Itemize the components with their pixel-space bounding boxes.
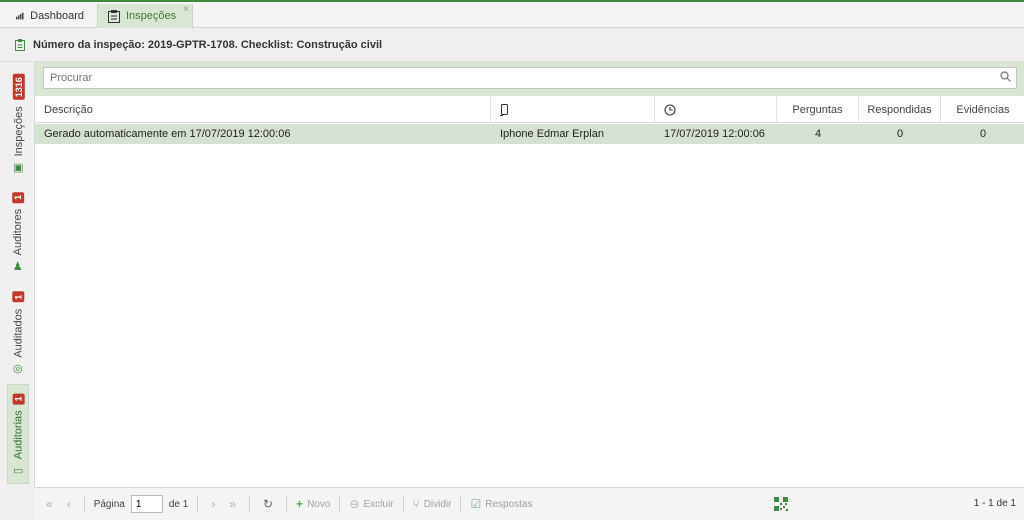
sidebar-item-label: Auditados bbox=[12, 308, 24, 358]
target-icon: ◎ bbox=[13, 362, 23, 375]
sidebar-item-label: Auditores bbox=[12, 208, 24, 255]
column-header-dispositivo[interactable] bbox=[491, 96, 655, 123]
main-panel: Descrição Perguntas Respondidas Evidênci… bbox=[34, 62, 1024, 520]
cell-dispositivo: Iphone Edmar Erplan bbox=[500, 128, 604, 140]
divider bbox=[460, 496, 462, 512]
tab-dashboard-label: Dashboard bbox=[30, 10, 84, 22]
cell-data: 17/07/2019 12:00:06 bbox=[664, 128, 765, 140]
pagination-toolbar: « ‹ Página de 1 › » ↻ + Novo ⊖ Excluir ⑂… bbox=[34, 487, 1024, 520]
dividir-button[interactable]: ⑂ Dividir bbox=[413, 497, 452, 511]
count-badge: 1 bbox=[12, 291, 24, 303]
sidebar-item-label: Auditorias bbox=[12, 409, 24, 459]
sidebar-item-auditados[interactable]: ◎ Auditados 1 bbox=[7, 284, 29, 380]
cell-respondidas: 0 bbox=[896, 128, 904, 140]
excluir-label: Excluir bbox=[363, 498, 394, 510]
novo-label: Novo bbox=[307, 498, 331, 510]
tab-inspecoes-label: Inspeções bbox=[126, 10, 177, 22]
divider bbox=[286, 496, 288, 512]
vertical-tab-bar: ▣ Inspeções 1316 ♟ Auditores 1 ◎ Auditad… bbox=[0, 62, 32, 520]
sidebar-item-inspecoes[interactable]: ▣ Inspeções 1316 bbox=[7, 68, 29, 178]
page-label: Página bbox=[93, 498, 125, 510]
prev-page-icon[interactable]: ‹ bbox=[63, 497, 75, 511]
count-badge: 1316 bbox=[12, 73, 24, 100]
page-total-label: de 1 bbox=[168, 498, 189, 510]
sidebar-item-auditorias[interactable]: ▭ Auditorias 1 bbox=[7, 384, 29, 484]
checked-clipboard-icon: ☑ bbox=[470, 497, 482, 511]
next-page-icon[interactable]: › bbox=[207, 497, 219, 511]
split-icon: ⑂ bbox=[412, 497, 420, 511]
bar-chart-icon bbox=[16, 12, 24, 20]
sidebar-item-auditores[interactable]: ♟ Auditores 1 bbox=[7, 184, 29, 278]
search-icon[interactable] bbox=[994, 71, 1016, 85]
tab-inspecoes[interactable]: Inspeções × bbox=[97, 4, 193, 28]
divider bbox=[83, 496, 85, 512]
column-header-perguntas[interactable]: Perguntas bbox=[777, 96, 859, 123]
tab-dashboard[interactable]: Dashboard bbox=[6, 4, 94, 28]
divider bbox=[402, 496, 404, 512]
respostas-label: Respostas bbox=[485, 498, 533, 510]
divider bbox=[248, 496, 250, 512]
close-icon[interactable]: × bbox=[183, 4, 189, 15]
cell-evidencias: 0 bbox=[979, 128, 987, 140]
sidebar-item-label: Inspeções bbox=[12, 105, 24, 156]
column-header-respondidas[interactable]: Respondidas bbox=[859, 96, 941, 123]
cell-perguntas: 4 bbox=[814, 128, 822, 140]
minus-circle-icon: ⊖ bbox=[349, 497, 360, 511]
clock-icon bbox=[664, 103, 676, 116]
dividir-label: Dividir bbox=[423, 498, 452, 510]
inspection-icon: ▣ bbox=[12, 161, 24, 174]
divider bbox=[339, 496, 341, 512]
respostas-button[interactable]: ☑ Respostas bbox=[470, 497, 532, 511]
checklist-icon bbox=[15, 39, 25, 51]
count-badge: 1 bbox=[12, 191, 24, 203]
page-number-input[interactable] bbox=[130, 495, 163, 513]
search-input[interactable] bbox=[50, 72, 994, 84]
divider bbox=[197, 496, 199, 512]
count-badge: 1 bbox=[12, 392, 24, 404]
plus-icon: + bbox=[296, 497, 304, 511]
column-header-data[interactable] bbox=[655, 96, 777, 123]
last-page-icon[interactable]: » bbox=[225, 497, 240, 511]
cell-descricao: Gerado automaticamente em 17/07/2019 12:… bbox=[44, 128, 291, 140]
qr-code-icon[interactable] bbox=[774, 497, 788, 511]
record-range: 1 - 1 de 1 bbox=[973, 498, 1016, 509]
column-header-evidencias[interactable]: Evidências bbox=[941, 96, 1024, 123]
search-bar bbox=[35, 62, 1024, 96]
excluir-button[interactable]: ⊖ Excluir bbox=[349, 497, 393, 511]
first-page-icon[interactable]: « bbox=[42, 497, 57, 511]
table-row[interactable]: Gerado automaticamente em 17/07/2019 12:… bbox=[35, 124, 1024, 144]
mobile-device-icon bbox=[500, 103, 508, 116]
table-header: Descrição Perguntas Respondidas Evidênci… bbox=[35, 96, 1024, 123]
inspection-header: Número da inspeção: 2019-GPTR-1708. Chec… bbox=[0, 29, 1024, 62]
refresh-icon[interactable]: ↻ bbox=[259, 497, 277, 511]
tab-bar: Dashboard Inspeções × bbox=[0, 0, 1024, 28]
users-icon: ♟ bbox=[13, 260, 23, 273]
novo-button[interactable]: + Novo bbox=[296, 497, 330, 511]
search-box bbox=[43, 67, 1017, 89]
book-icon: ▭ bbox=[12, 464, 24, 477]
clipboard-icon bbox=[108, 9, 120, 23]
page-title: Número da inspeção: 2019-GPTR-1708. Chec… bbox=[33, 39, 383, 51]
column-header-descricao[interactable]: Descrição bbox=[35, 96, 491, 123]
